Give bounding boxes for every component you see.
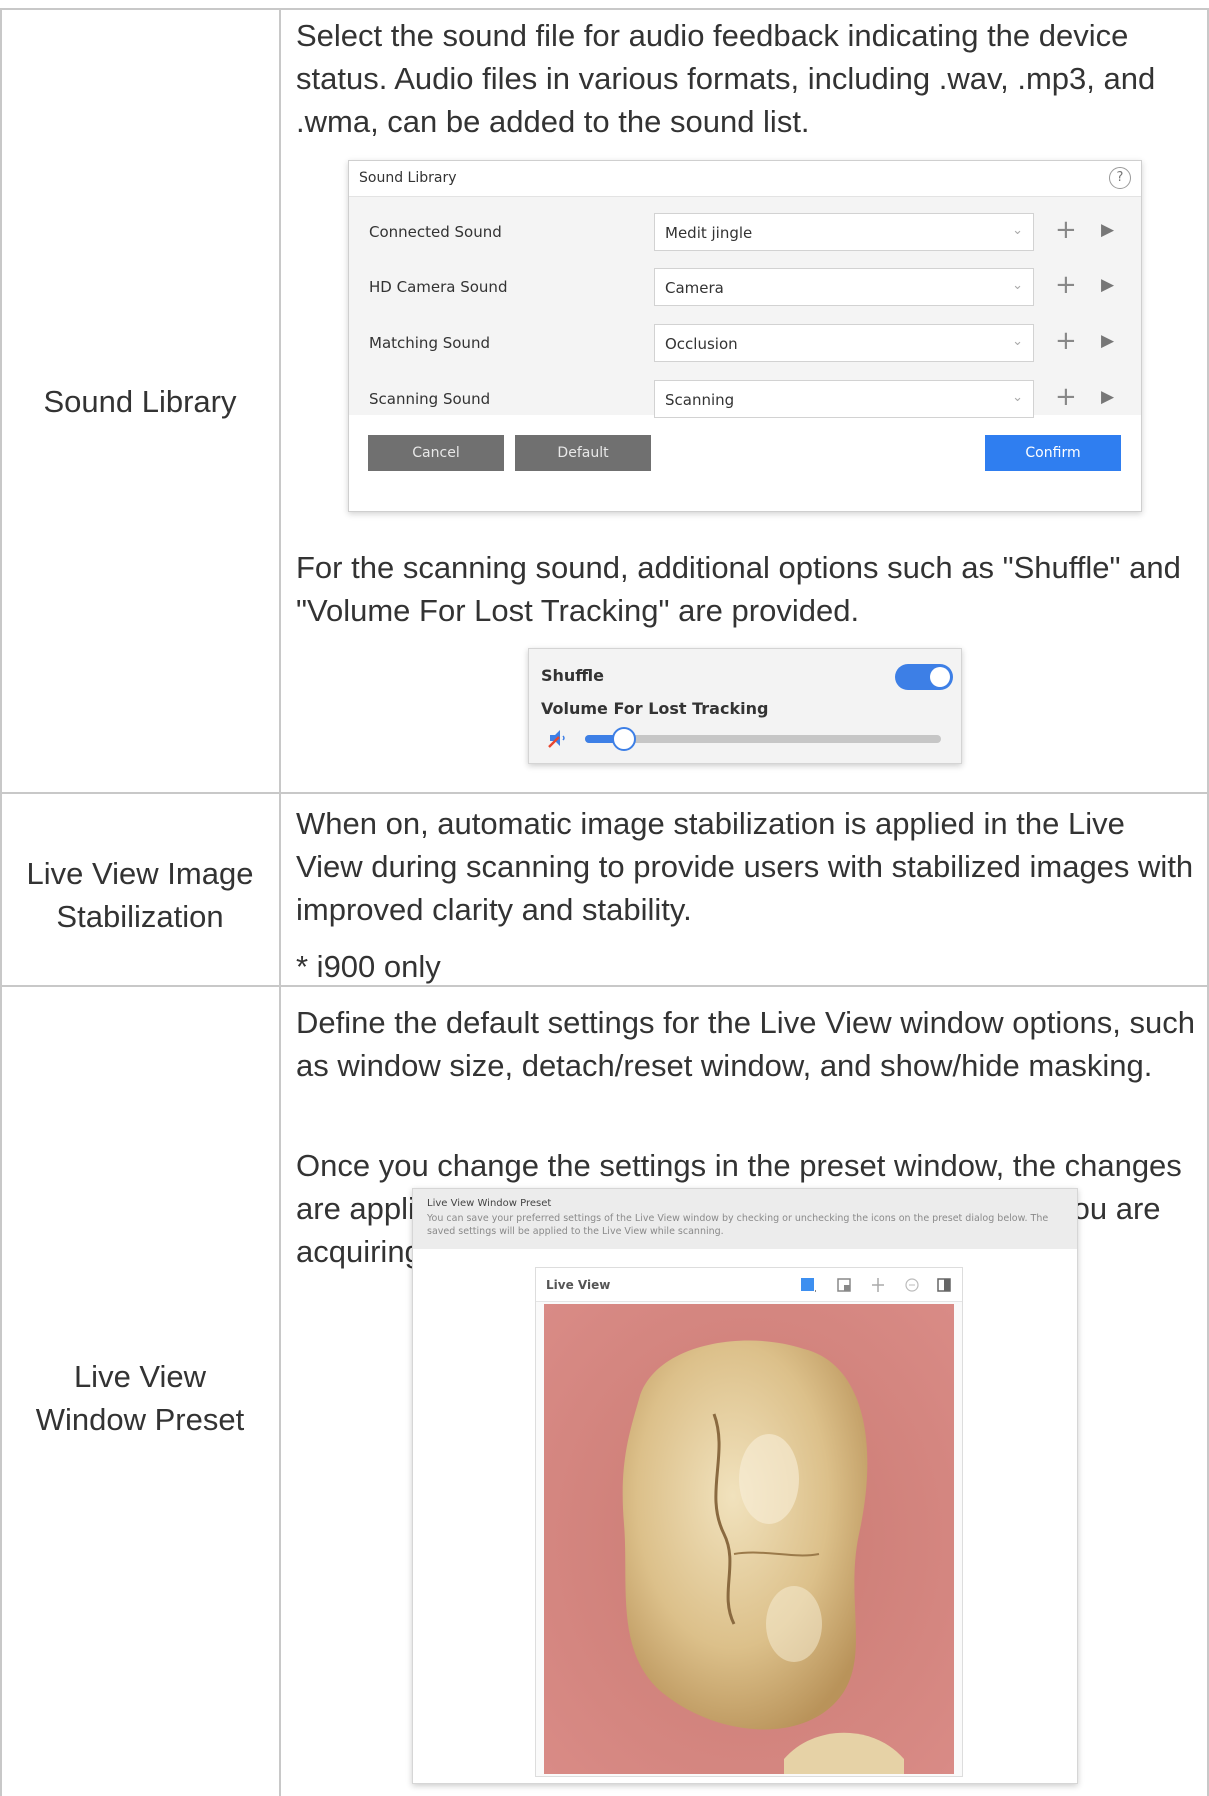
sound-select-value: Medit jingle xyxy=(665,224,753,242)
volume-slider[interactable] xyxy=(585,727,941,751)
chevron-down-icon: ⌄ xyxy=(1012,334,1023,349)
live-view-preset-dialog: Live View Window Preset You can save you… xyxy=(412,1188,1078,1784)
row-divider xyxy=(0,792,1209,794)
reset-window-icon[interactable] xyxy=(870,1277,886,1293)
row-label-preset-2: Window Preset xyxy=(35,1402,245,1437)
sound-select[interactable]: Medit jingle ⌄ xyxy=(654,213,1034,251)
help-icon[interactable]: ? xyxy=(1109,167,1131,189)
stabilization-note: * i900 only xyxy=(296,949,441,984)
masking-icon[interactable] xyxy=(904,1277,920,1293)
sound-row-label: Scanning Sound xyxy=(369,390,491,408)
live-view-window: Live View xyxy=(535,1267,963,1777)
window-size-icon[interactable] xyxy=(800,1277,816,1293)
row-label-preset-1: Live View xyxy=(73,1359,207,1394)
sound-row-label: HD Camera Sound xyxy=(369,278,508,296)
dialog-header: Sound Library ? xyxy=(349,161,1141,197)
add-sound-icon[interactable]: + xyxy=(1055,326,1077,356)
play-icon[interactable]: ▶ xyxy=(1101,387,1114,407)
live-view-toolbar: Live View xyxy=(536,1268,962,1302)
chevron-down-icon: ⌄ xyxy=(1012,223,1023,238)
add-sound-icon[interactable]: + xyxy=(1055,215,1077,245)
intraoral-tooth-image xyxy=(544,1304,954,1774)
sound-select-value: Scanning xyxy=(665,391,735,409)
sound-select-value: Camera xyxy=(665,279,724,297)
toggle-knob xyxy=(930,667,950,687)
volume-slider-thumb[interactable] xyxy=(612,727,636,751)
default-button[interactable]: Default xyxy=(515,435,651,471)
sound-library-extra: For the scanning sound, additional optio… xyxy=(296,550,1181,628)
volume-label: Volume For Lost Tracking xyxy=(541,699,769,718)
preset-header: Live View Window Preset You can save you… xyxy=(413,1189,1077,1249)
chevron-down-icon: ⌄ xyxy=(1012,390,1023,405)
cancel-button[interactable]: Cancel xyxy=(368,435,504,471)
sound-select[interactable]: Camera ⌄ xyxy=(654,268,1034,306)
stabilization-text: When on, automatic image stabilization i… xyxy=(296,806,1194,927)
scanning-sound-options: Shuffle Volume For Lost Tracking xyxy=(528,648,962,764)
show-hide-icon[interactable] xyxy=(936,1277,952,1293)
speaker-muted-icon xyxy=(548,730,565,748)
preset-description: You can save your preferred settings of … xyxy=(427,1213,1049,1237)
shuffle-label: Shuffle xyxy=(541,666,605,685)
sound-select[interactable]: Occlusion ⌄ xyxy=(654,324,1034,362)
add-sound-icon[interactable]: + xyxy=(1055,270,1077,300)
sound-row-connected: Connected Sound Medit jingle ⌄ + ▶ xyxy=(349,213,1141,251)
dialog-title: Sound Library xyxy=(359,170,457,186)
preset-text-1: Define the default settings for the Live… xyxy=(296,1005,1195,1083)
sound-row-scanning: Scanning Sound Scanning ⌄ + ▶ xyxy=(349,380,1141,418)
play-icon[interactable]: ▶ xyxy=(1101,220,1114,240)
play-icon[interactable]: ▶ xyxy=(1101,331,1114,351)
sound-row-hd-camera: HD Camera Sound Camera ⌄ + ▶ xyxy=(349,268,1141,306)
add-sound-icon[interactable]: + xyxy=(1055,382,1077,412)
chevron-down-icon: ⌄ xyxy=(1012,278,1023,293)
sound-select[interactable]: Scanning ⌄ xyxy=(654,380,1034,418)
sound-row-label: Matching Sound xyxy=(369,334,490,352)
live-view-title: Live View xyxy=(546,1278,611,1292)
shuffle-toggle[interactable] xyxy=(895,664,953,690)
row-label-stabilization-1: Live View Image xyxy=(26,856,254,891)
sound-row-label: Connected Sound xyxy=(369,223,502,241)
row-label-stabilization-2: Stabilization xyxy=(56,899,224,934)
play-icon[interactable]: ▶ xyxy=(1101,275,1114,295)
dialog-footer: Cancel Default Confirm xyxy=(349,415,1141,511)
confirm-button[interactable]: Confirm xyxy=(985,435,1121,471)
row-label-sound-library: Sound Library xyxy=(43,384,237,419)
table-top-border xyxy=(0,8,1209,10)
sound-library-dialog: Sound Library ? Connected Sound Medit ji… xyxy=(348,160,1142,512)
detach-window-icon[interactable] xyxy=(836,1277,852,1293)
sound-library-intro: Select the sound file for audio feedback… xyxy=(296,18,1156,139)
sound-row-matching: Matching Sound Occlusion ⌄ + ▶ xyxy=(349,324,1141,362)
preset-title: Live View Window Preset xyxy=(427,1198,552,1209)
sound-list: Connected Sound Medit jingle ⌄ + ▶ HD Ca… xyxy=(349,197,1141,418)
sound-select-value: Occlusion xyxy=(665,335,738,353)
